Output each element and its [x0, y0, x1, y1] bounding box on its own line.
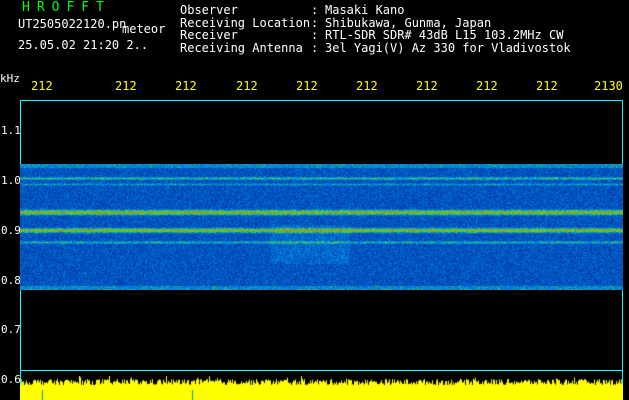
station-separator: : — [311, 3, 319, 17]
station-label: Receiver — [180, 28, 238, 42]
station-info: Observer: Masaki Kano Receiving Location:… — [180, 4, 571, 54]
file-tag: meteor — [122, 22, 166, 36]
time-tick: 212 — [356, 79, 378, 93]
time-tick: 212 — [536, 79, 558, 93]
frequency-tick: 0.8 — [1, 274, 21, 287]
station-label: Receiving Antenna — [180, 40, 303, 55]
file-info-panel: HROFFT UT2505022120.pn meteor 25.05.02 2… — [0, 0, 180, 60]
frequency-tick: 0.6 — [1, 373, 21, 386]
plot-bottom-border — [20, 370, 623, 371]
time-tick: 212 — [175, 79, 197, 93]
station-row-antenna: Receiving Antenna:3el Yagi(V) Az 330 for… — [180, 40, 571, 55]
station-label: Observer — [180, 3, 238, 17]
station-separator: : — [311, 28, 319, 42]
frequency-tick: 0.9 — [1, 224, 21, 237]
frequency-tick: 0.7 — [1, 323, 21, 336]
program-name: HROFFT — [22, 0, 111, 15]
spectrogram-waterfall — [20, 164, 623, 290]
signal-level-bar — [20, 376, 623, 400]
time-tick: 212 — [236, 79, 258, 93]
time-tick: 212 — [296, 79, 318, 93]
time-tick: 212 — [31, 79, 53, 93]
frequency-tick: 1.0 — [1, 174, 21, 187]
time-tick: 212 — [115, 79, 137, 93]
file-name: UT2505022120.pn — [18, 17, 127, 31]
station-separator: : — [311, 40, 319, 55]
plot-top-border — [20, 100, 623, 101]
station-value: 3el Yagi(V) Az 330 for Vladivostok — [325, 40, 571, 55]
time-tick: 2130 — [594, 79, 623, 93]
time-tick: 212 — [416, 79, 438, 93]
frequency-unit-label: kHz — [0, 72, 20, 85]
frequency-tick: 1.1 — [1, 124, 21, 137]
capture-datetime: 25.05.02 21:20 2.. — [18, 38, 149, 52]
time-tick: 212 — [476, 79, 498, 93]
